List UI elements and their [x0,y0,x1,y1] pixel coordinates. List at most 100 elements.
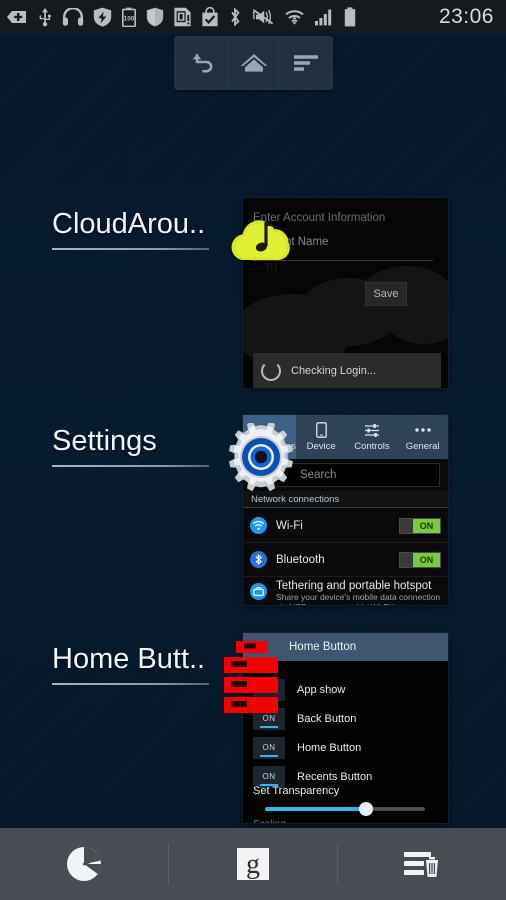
card-thumbnail[interactable]: Home Button ON App show ON Back Button O… [243,633,448,823]
app-show-switch[interactable]: ON [253,678,285,701]
toggle-knob [400,518,413,533]
switch-label: Back Button [297,712,357,725]
back-arrow-icon [192,53,212,73]
settings-search-input[interactable]: Search [251,463,440,487]
download-complete-icon [202,7,218,27]
card-label-group: Settings [52,425,242,467]
switch-state: ON [262,772,276,781]
usb-icon [39,8,51,27]
card-title-underline [52,683,209,685]
tethering-subtitle: Share your device's mobile data connecti… [276,592,441,605]
preview-heading: Enter Account Information [253,212,386,224]
usb-tether-icon [7,11,26,23]
tab-general[interactable]: General [397,415,448,459]
switch-row-app-show[interactable]: ON App show [243,675,448,704]
home-button[interactable] [229,39,278,87]
switch-label: App show [297,683,346,696]
checking-login-toast: Checking Login... [253,353,441,388]
settings-row-bluetooth[interactable]: Bluetooth ON [243,543,448,577]
sliders-icon [364,422,380,438]
switch-state: ON [262,743,276,752]
switch-state: ON [262,714,276,723]
connections-icon [262,422,276,438]
wifi-icon [250,517,272,534]
app-title-bar: Home Button [243,633,448,661]
card-title: CloudArou.. [52,208,206,240]
tab-controls-label: Controls [354,441,390,452]
sd-card-icon [174,7,191,27]
battery-icon [344,7,356,27]
save-button[interactable]: Save [365,282,407,306]
switch-row-home-button[interactable]: ON Home Button [243,733,448,762]
google-search-button[interactable]: g [169,828,337,900]
hotspot-icon [250,580,272,605]
settings-row-tethering[interactable]: Tethering and portable hotspot Share you… [243,578,448,605]
settings-row-label: Wi-Fi [276,519,303,532]
headset-icon [62,8,84,26]
spinner-icon [261,360,281,381]
device-icon [315,422,327,438]
home-button-switch[interactable]: ON [253,736,285,759]
tab-connections[interactable]: Connections [243,415,296,459]
google-search-icon: g [237,848,269,880]
bottom-action-bar[interactable]: g [0,828,506,900]
card-thumbnail[interactable]: Connections Device Controls General Sear… [243,415,448,605]
slider-knob[interactable] [359,802,373,816]
back-button-switch[interactable]: ON [253,707,285,730]
clear-all-button[interactable] [338,828,506,900]
toggle-state-label: ON [413,552,440,567]
toggle-knob [400,552,413,567]
floating-nav-bar[interactable] [174,36,333,90]
card-thumbnail[interactable]: Enter Account Information Account Name S… [243,198,448,388]
card-title: Home Butt.. [52,643,206,675]
bluetooth-toggle[interactable]: ON [399,551,441,568]
mute-vibrate-icon [252,9,274,25]
tab-general-label: General [405,441,440,452]
card-label-group: Home Butt.. [52,643,242,685]
home-icon [240,54,267,72]
section-header-network: Network connections [243,491,448,508]
switch-label: Recents Button [297,770,373,783]
switch-row-back-button[interactable]: ON Back Button [243,704,448,733]
switch-indicator [260,725,278,728]
svg-text:g: g [246,849,260,880]
wifi-icon [285,9,304,25]
settings-tab-bar[interactable]: Connections Device Controls General [243,415,448,459]
tab-controls[interactable]: Controls [347,415,398,459]
transparency-slider[interactable] [265,802,425,816]
shield-bolt-icon [93,7,112,27]
switch-label: Home Button [297,741,362,754]
settings-row-label: Bluetooth [276,553,325,566]
account-name-input[interactable] [251,260,433,261]
recent-task-card[interactable]: Home Butt.. Home Button ON App show ON B… [0,631,506,825]
switch-state: ON [262,685,276,694]
transparency-label: Set Transparency [253,785,340,797]
clipped-text: Scaling [253,819,286,823]
toast-text: Checking Login... [291,364,376,377]
task-manager-icon [67,847,102,881]
settings-row-wifi[interactable]: Wi-Fi ON [243,509,448,543]
wifi-toggle[interactable]: ON [399,517,441,534]
recents-button[interactable] [281,39,330,87]
more-dots-icon [414,422,432,438]
tab-device-label: Device [306,441,336,452]
switch-indicator [260,696,278,699]
account-name-label: Account Name [253,236,329,248]
shield-icon [146,7,164,27]
clear-all-icon [404,852,438,877]
status-bar-icon-group: 100 [6,7,439,27]
back-button[interactable] [177,39,226,87]
tab-device[interactable]: Device [296,415,347,459]
recents-icon [293,55,318,71]
switch-indicator [260,754,278,757]
status-bar[interactable]: 100 23:06 [0,0,506,34]
svg-text:100: 100 [124,16,135,23]
card-title-underline [52,465,209,467]
card-label-group: CloudArou.. [52,208,242,250]
card-title: Settings [52,425,157,457]
recent-task-card[interactable]: Settings Connections Device Controls Gen… [0,413,506,607]
slider-fill [265,807,366,811]
card-title-underline [52,248,209,250]
task-manager-button[interactable] [0,828,168,900]
recent-task-card[interactable]: CloudArou.. Enter Account Information Ac… [0,196,506,390]
